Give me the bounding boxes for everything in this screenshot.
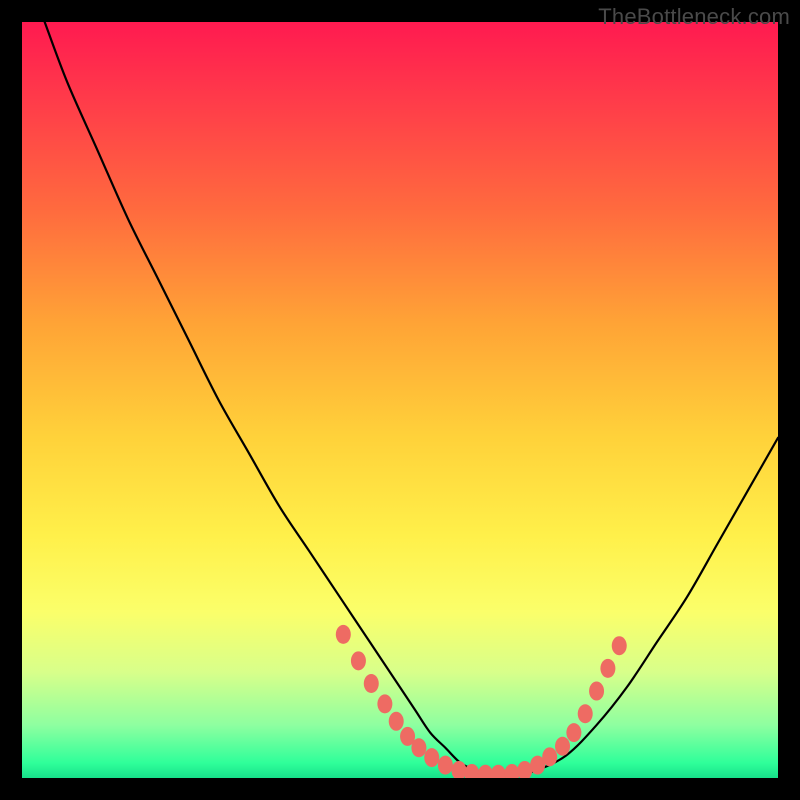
curve-marker <box>555 737 570 756</box>
curve-marker <box>438 756 453 775</box>
watermark-text: TheBottleneck.com <box>598 4 790 30</box>
curve-marker <box>578 704 593 723</box>
curve-marker <box>351 651 366 670</box>
curve-marker <box>411 738 426 757</box>
curve-marker <box>517 761 532 778</box>
curve-marker <box>566 723 581 742</box>
chart-svg <box>22 22 778 778</box>
curve-marker <box>612 636 627 655</box>
curve-marker <box>478 765 493 778</box>
curve-marker <box>491 765 506 778</box>
bottleneck-curve <box>45 22 778 775</box>
curve-marker <box>504 764 519 778</box>
curve-markers <box>336 625 627 778</box>
curve-marker <box>600 659 615 678</box>
curve-marker <box>451 761 466 778</box>
curve-marker <box>589 682 604 701</box>
curve-marker <box>364 674 379 693</box>
curve-marker <box>542 747 557 766</box>
curve-marker <box>377 694 392 713</box>
curve-marker <box>336 625 351 644</box>
chart-plot-area <box>22 22 778 778</box>
curve-marker <box>389 712 404 731</box>
curve-marker <box>424 748 439 767</box>
